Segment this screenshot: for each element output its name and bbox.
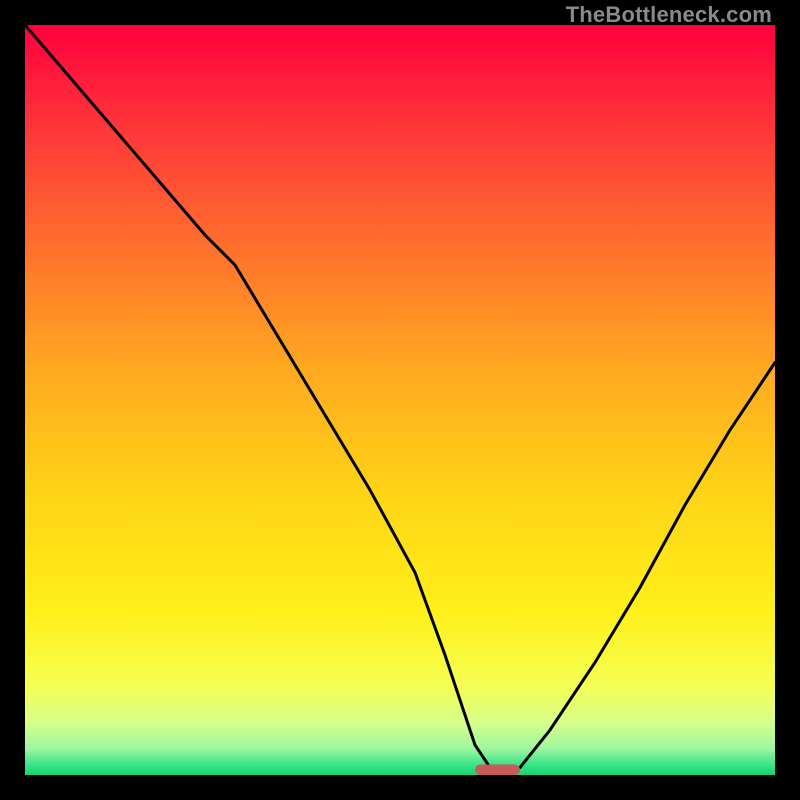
- chart-background: [25, 25, 775, 775]
- chart-frame: [25, 25, 775, 775]
- bottleneck-chart: [25, 25, 775, 775]
- optimal-marker: [475, 765, 520, 776]
